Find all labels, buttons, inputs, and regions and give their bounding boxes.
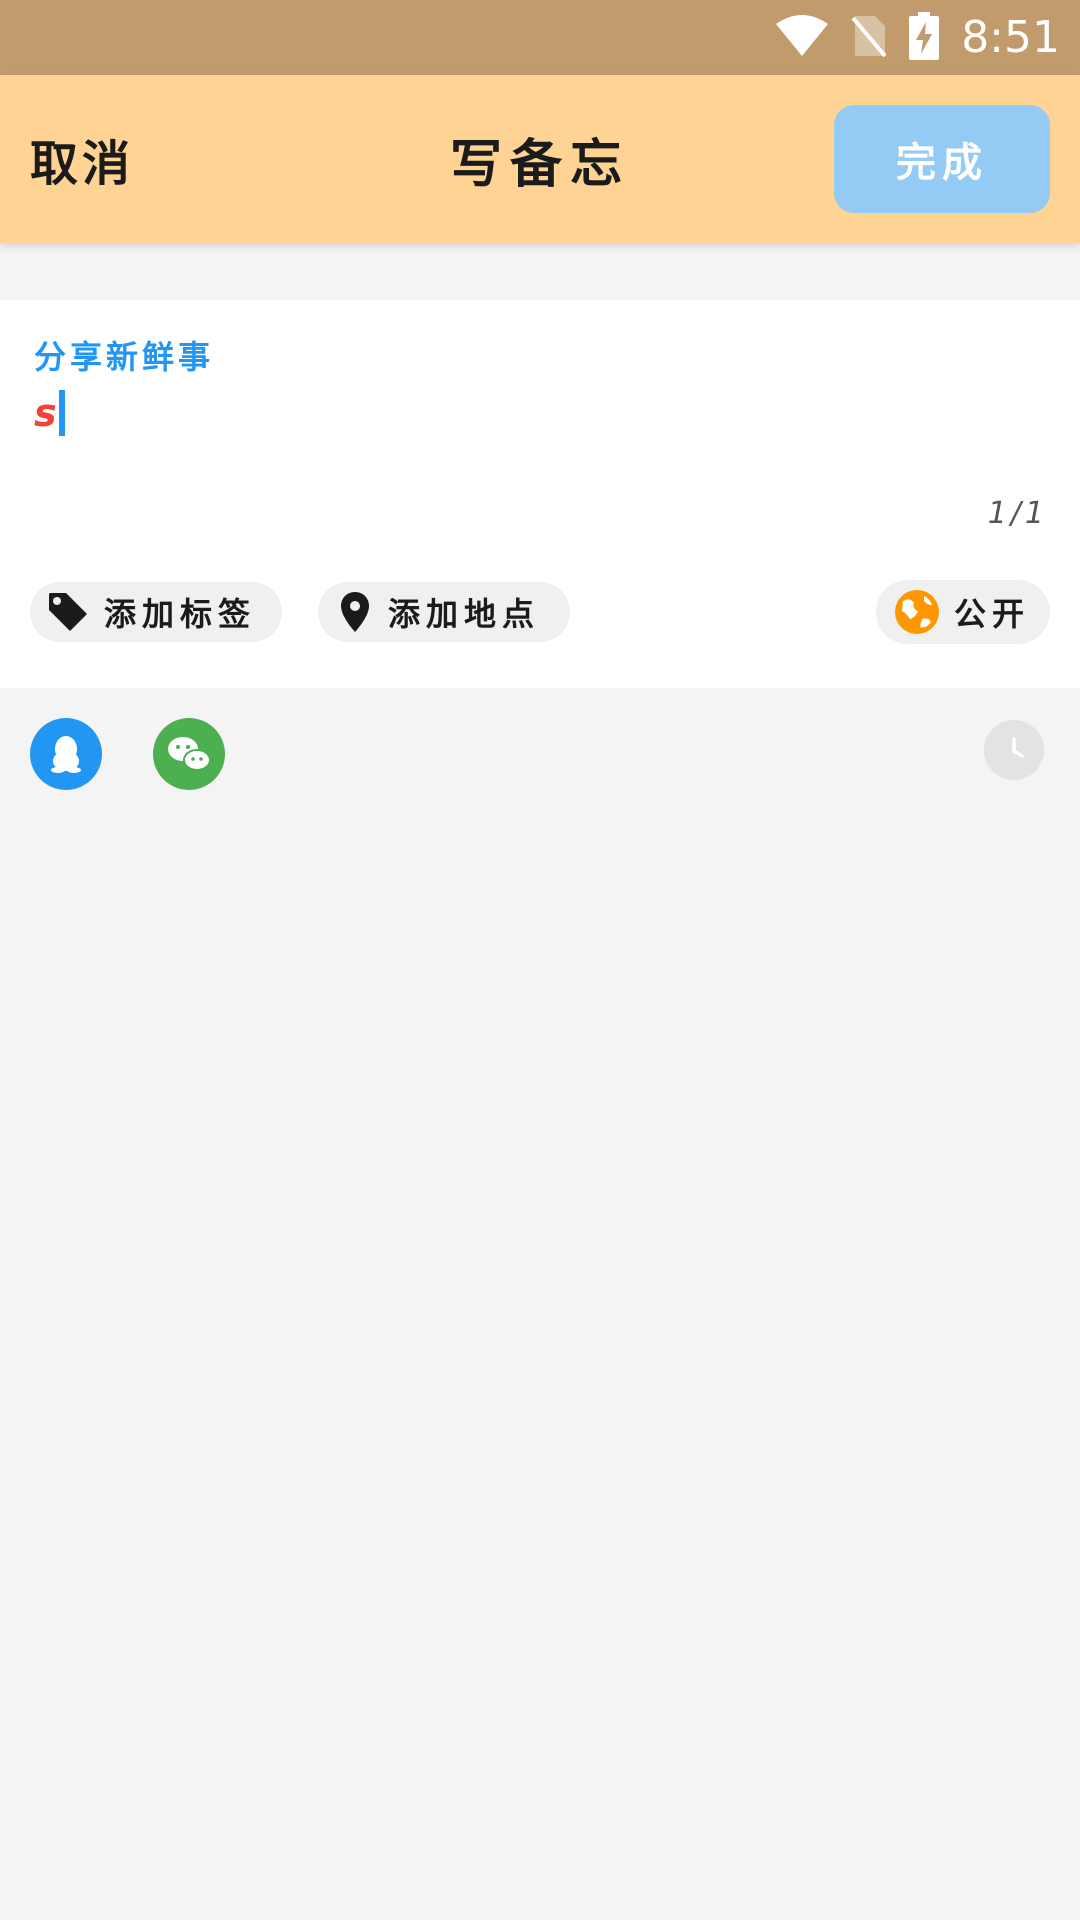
visibility-public-button[interactable]: 公开 [876,580,1050,644]
app-header: 写备忘 取消 完成 [0,75,1080,243]
qq-icon [48,734,84,774]
schedule-button[interactable] [984,720,1044,780]
wechat-icon [166,734,212,774]
battery-charging-icon [909,11,940,64]
visibility-label: 公开 [954,595,1031,633]
add-tag-label: 添加标签 [104,595,257,633]
status-icons: 8:51 [775,0,1060,75]
cancel-button[interactable]: 取消 [30,75,134,243]
status-bar: 8:51 [0,0,1080,75]
text-cursor [58,390,65,436]
tag-icon [46,590,90,634]
globe-icon [894,589,940,635]
add-location-label: 添加地点 [388,595,541,633]
clock-icon [994,730,1034,770]
add-tag-button[interactable]: 添加标签 [30,582,282,642]
no-sim-icon [851,14,887,62]
char-counter: 1/1 [987,496,1048,531]
status-time: 8:51 [961,12,1060,63]
memo-editor: 分享新鲜事 s 1/1 添加标签 添加地点 公开 [0,300,1080,688]
editor-placeholder: 分享新鲜事 [34,338,215,376]
share-qq-button[interactable] [30,718,102,790]
location-pin-icon [340,591,370,633]
share-wechat-button[interactable] [153,718,225,790]
done-button[interactable]: 完成 [834,105,1050,213]
add-location-button[interactable]: 添加地点 [318,582,570,642]
memo-input-text[interactable]: s [34,391,57,435]
memo-input[interactable]: s [34,388,65,438]
wifi-icon [775,14,829,62]
